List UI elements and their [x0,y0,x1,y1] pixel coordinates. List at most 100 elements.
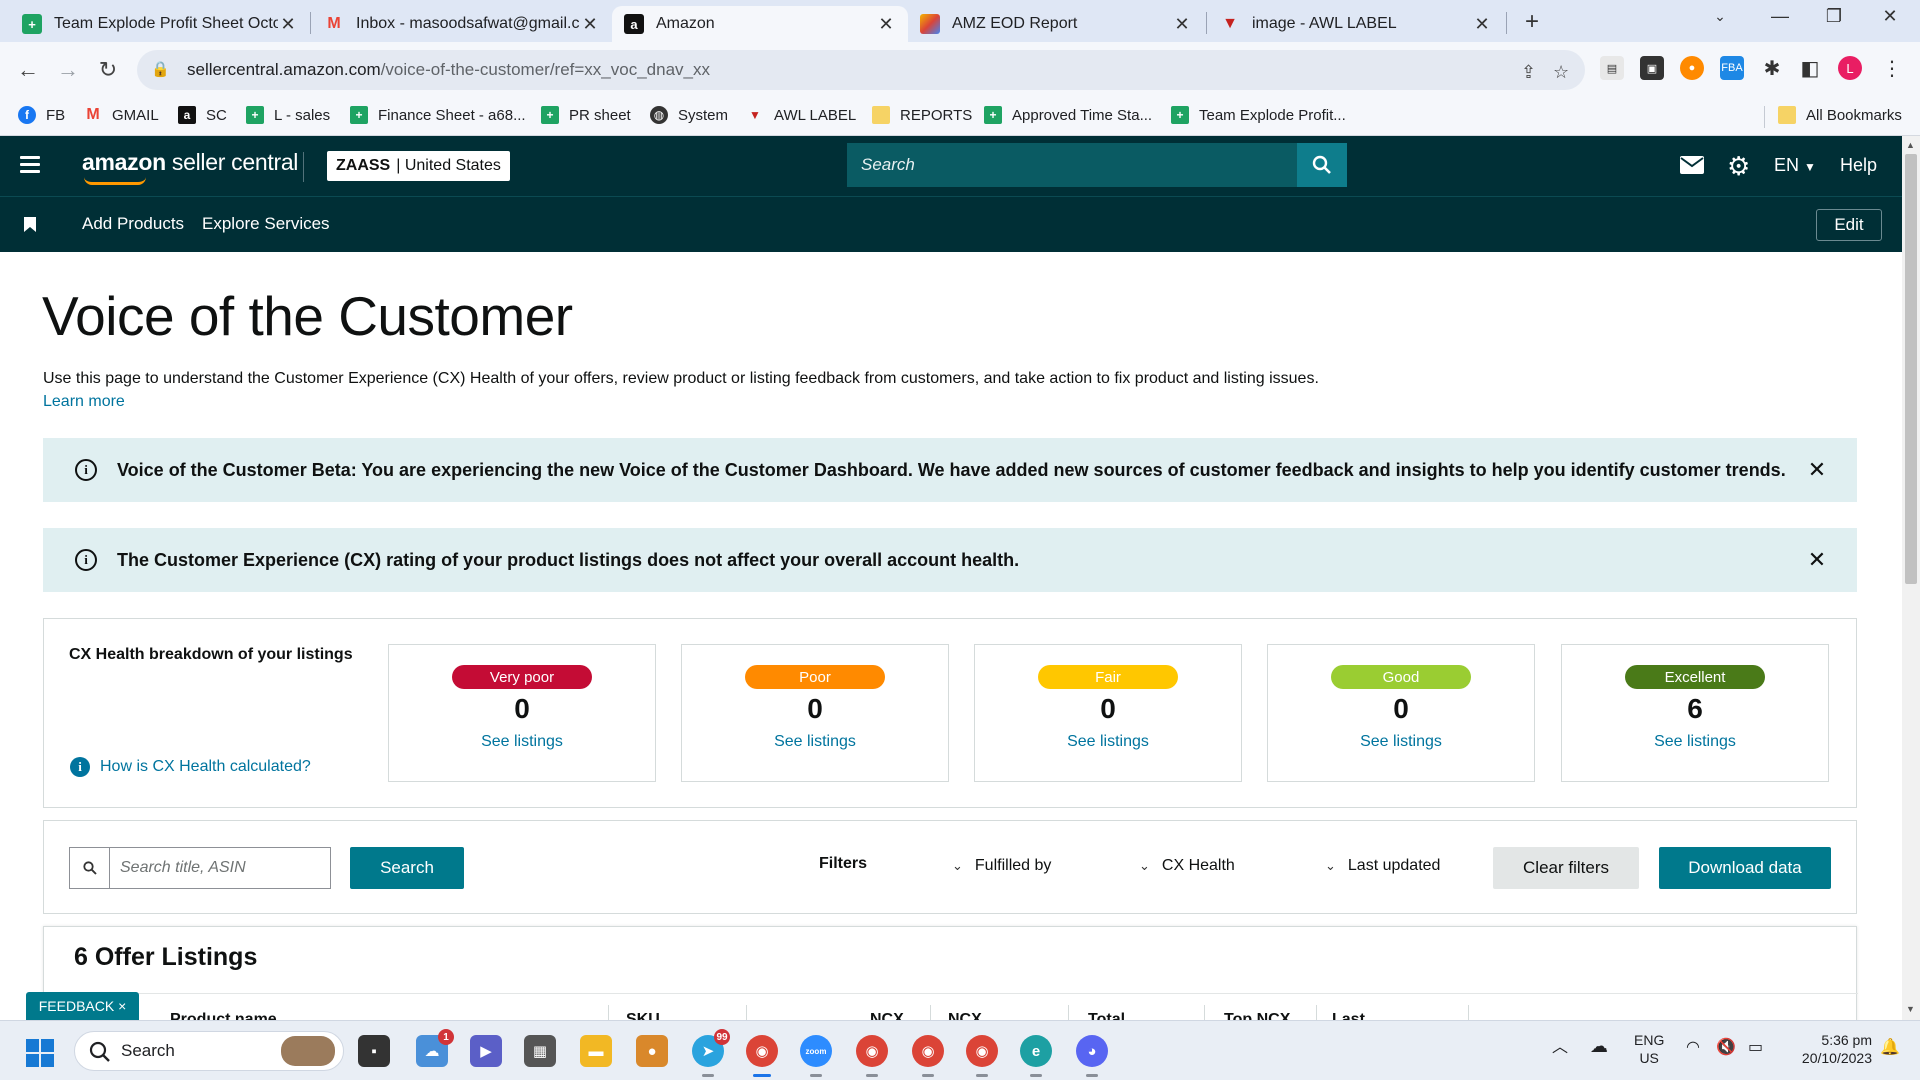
window-close-icon[interactable]: ✕ [1870,6,1910,27]
app-icon[interactable]: ● [636,1035,668,1067]
col-top-ncx[interactable]: Top NCX [1224,1011,1290,1020]
sidepanel-icon[interactable]: ◧ [1798,56,1822,80]
close-icon[interactable]: ✕ [1807,547,1827,573]
bookmark-awl-label[interactable]: ▼ AWL LABEL [746,106,856,124]
filter-cx-health[interactable]: ⌄ CX Health [1139,857,1235,875]
mail-icon[interactable] [1680,154,1704,180]
volume-muted-icon[interactable]: 🔇 [1716,1039,1736,1057]
see-listings-link[interactable]: See listings [975,733,1241,751]
scroll-down-icon[interactable]: ▼ [1906,1004,1915,1014]
edit-button[interactable]: Edit [1816,209,1882,241]
chrome-icon[interactable]: ◉ [856,1035,888,1077]
forward-arrow-icon[interactable]: → [52,54,84,86]
col-product-name[interactable]: Product name [170,1011,277,1020]
clock[interactable]: 5:36 pm 20/10/2023 [1786,1031,1872,1067]
bookmark-approved-time[interactable]: + Approved Time Sta... [984,106,1152,124]
nav-explore-services[interactable]: Explore Services [202,214,330,234]
close-tab-icon[interactable]: ✕ [278,14,298,35]
extension-icon[interactable]: FBA [1720,56,1744,80]
bookmark-system[interactable]: ◍ System [650,106,728,124]
browser-tab-active[interactable]: a Amazon ✕ [612,6,908,42]
bookmark-star-icon[interactable]: ☆ [1553,62,1569,83]
filter-fulfilled-by[interactable]: ⌄ Fulfilled by [952,857,1051,875]
see-listings-link[interactable]: See listings [682,733,948,751]
see-listings-link[interactable]: See listings [1268,733,1534,751]
all-bookmarks[interactable]: All Bookmarks [1778,106,1902,124]
listing-search-input[interactable] [110,859,310,877]
weather-cloud-icon[interactable]: ☁ 1 [416,1029,454,1067]
col-total[interactable]: Total [1088,1011,1125,1020]
edge-icon[interactable]: e [1020,1035,1052,1077]
bookmark-sc[interactable]: a SC [178,106,227,124]
close-tab-icon[interactable]: ✕ [580,14,600,35]
zoom-icon[interactable]: zoom [800,1035,832,1077]
help-link[interactable]: Help [1840,155,1877,176]
teams-chat-icon[interactable]: ▶ [470,1035,502,1067]
settings-gear-icon[interactable]: ⚙ [1727,151,1750,182]
scroll-thumb[interactable] [1905,154,1917,584]
bookmark-icon[interactable] [24,217,36,237]
reload-icon[interactable]: ↻ [92,54,124,86]
tab-search-chevron-icon[interactable]: ⌄ [1700,8,1740,25]
bookmark-pr-sheet[interactable]: + PR sheet [541,106,631,124]
close-icon[interactable]: ✕ [1807,457,1827,483]
tray-chevron-up-icon[interactable]: ︿ [1552,1039,1568,1057]
nav-add-products[interactable]: Add Products [82,214,184,234]
bookmark-gmail[interactable]: M GMAIL [84,106,158,124]
taskbar-search[interactable]: Search [74,1031,344,1071]
task-view-icon[interactable]: ▪ [358,1035,390,1067]
file-explorer-icon[interactable]: ▬ [580,1035,612,1067]
header-search-button[interactable] [1297,143,1347,187]
close-tab-icon[interactable]: ✕ [876,14,896,35]
notification-bell-icon[interactable]: 🔔 [1880,1039,1900,1057]
bookmark-team-explode[interactable]: + Team Explode Profit... [1171,106,1346,124]
language-indicator[interactable]: ENG US [1634,1031,1664,1067]
clear-filters-button[interactable]: Clear filters [1493,847,1639,889]
chrome-icon[interactable]: ◉ [912,1035,944,1077]
chrome-icon[interactable]: ◉ [746,1035,778,1077]
close-tab-icon[interactable]: ✕ [1172,14,1192,35]
header-search-input[interactable] [847,155,1287,175]
telegram-icon[interactable]: ➤ 99 [692,1029,730,1077]
account-switcher[interactable]: ZAASS | United States [327,151,510,181]
puzzle-extensions-icon[interactable]: ✱ [1760,56,1784,80]
seller-central-logo[interactable]: amazon seller central [82,149,298,185]
discord-icon[interactable]: ◕ [1076,1035,1108,1077]
profile-avatar[interactable]: L [1838,56,1862,80]
bookmark-fb[interactable]: f FB [18,106,65,124]
browser-tab[interactable]: M Inbox - masoodsafwat@gmail.co ✕ [312,6,612,42]
col-ncx-rate[interactable]: NCX [948,1011,982,1020]
learn-more-link[interactable]: Learn more [43,393,125,411]
browser-tab[interactable]: + Team Explode Profit Sheet Octob ✕ [10,6,310,42]
hamburger-menu-icon[interactable] [20,156,40,177]
browser-tab[interactable]: AMZ EOD Report ✕ [908,6,1204,42]
see-listings-link[interactable]: See listings [1562,733,1828,751]
feedback-button[interactable]: FEEDBACK × [26,992,139,1020]
col-sku[interactable]: SKU [626,1011,660,1020]
restore-icon[interactable]: ❐ [1814,6,1854,27]
scroll-up-icon[interactable]: ▲ [1906,140,1915,150]
wifi-icon[interactable]: ◠ [1686,1039,1700,1057]
calculator-icon[interactable]: ▦ [524,1035,556,1067]
onedrive-cloud-icon[interactable]: ☁ [1590,1037,1608,1055]
new-tab-plus-icon[interactable]: + [1512,8,1552,36]
page-scrollbar[interactable]: ▲ ▼ [1902,136,1920,1020]
bookmark-l-sales[interactable]: + L - sales [246,106,330,124]
bookmark-reports[interactable]: REPORTS [872,106,972,124]
cx-health-help-link[interactable]: i How is CX Health calculated? [70,757,311,777]
download-data-button[interactable]: Download data [1659,847,1831,889]
search-button[interactable]: Search [350,847,464,889]
filter-last-updated[interactable]: ⌄ Last updated [1325,857,1440,875]
browser-tab[interactable]: ▼ image - AWL LABEL ✕ [1208,6,1504,42]
col-last[interactable]: Last [1332,1011,1365,1020]
extension-icon[interactable]: ● [1680,56,1704,80]
minimize-icon[interactable]: — [1760,6,1800,27]
extension-icon[interactable]: ▣ [1640,56,1664,80]
col-ncx[interactable]: NCX [870,1011,904,1020]
share-icon[interactable]: ⇪ [1521,62,1536,83]
windows-start-icon[interactable] [26,1039,54,1067]
battery-icon[interactable]: ▭ [1748,1039,1763,1057]
see-listings-link[interactable]: See listings [389,733,655,751]
back-arrow-icon[interactable]: ← [12,54,44,86]
kebab-menu-icon[interactable]: ⋮ [1880,56,1904,80]
